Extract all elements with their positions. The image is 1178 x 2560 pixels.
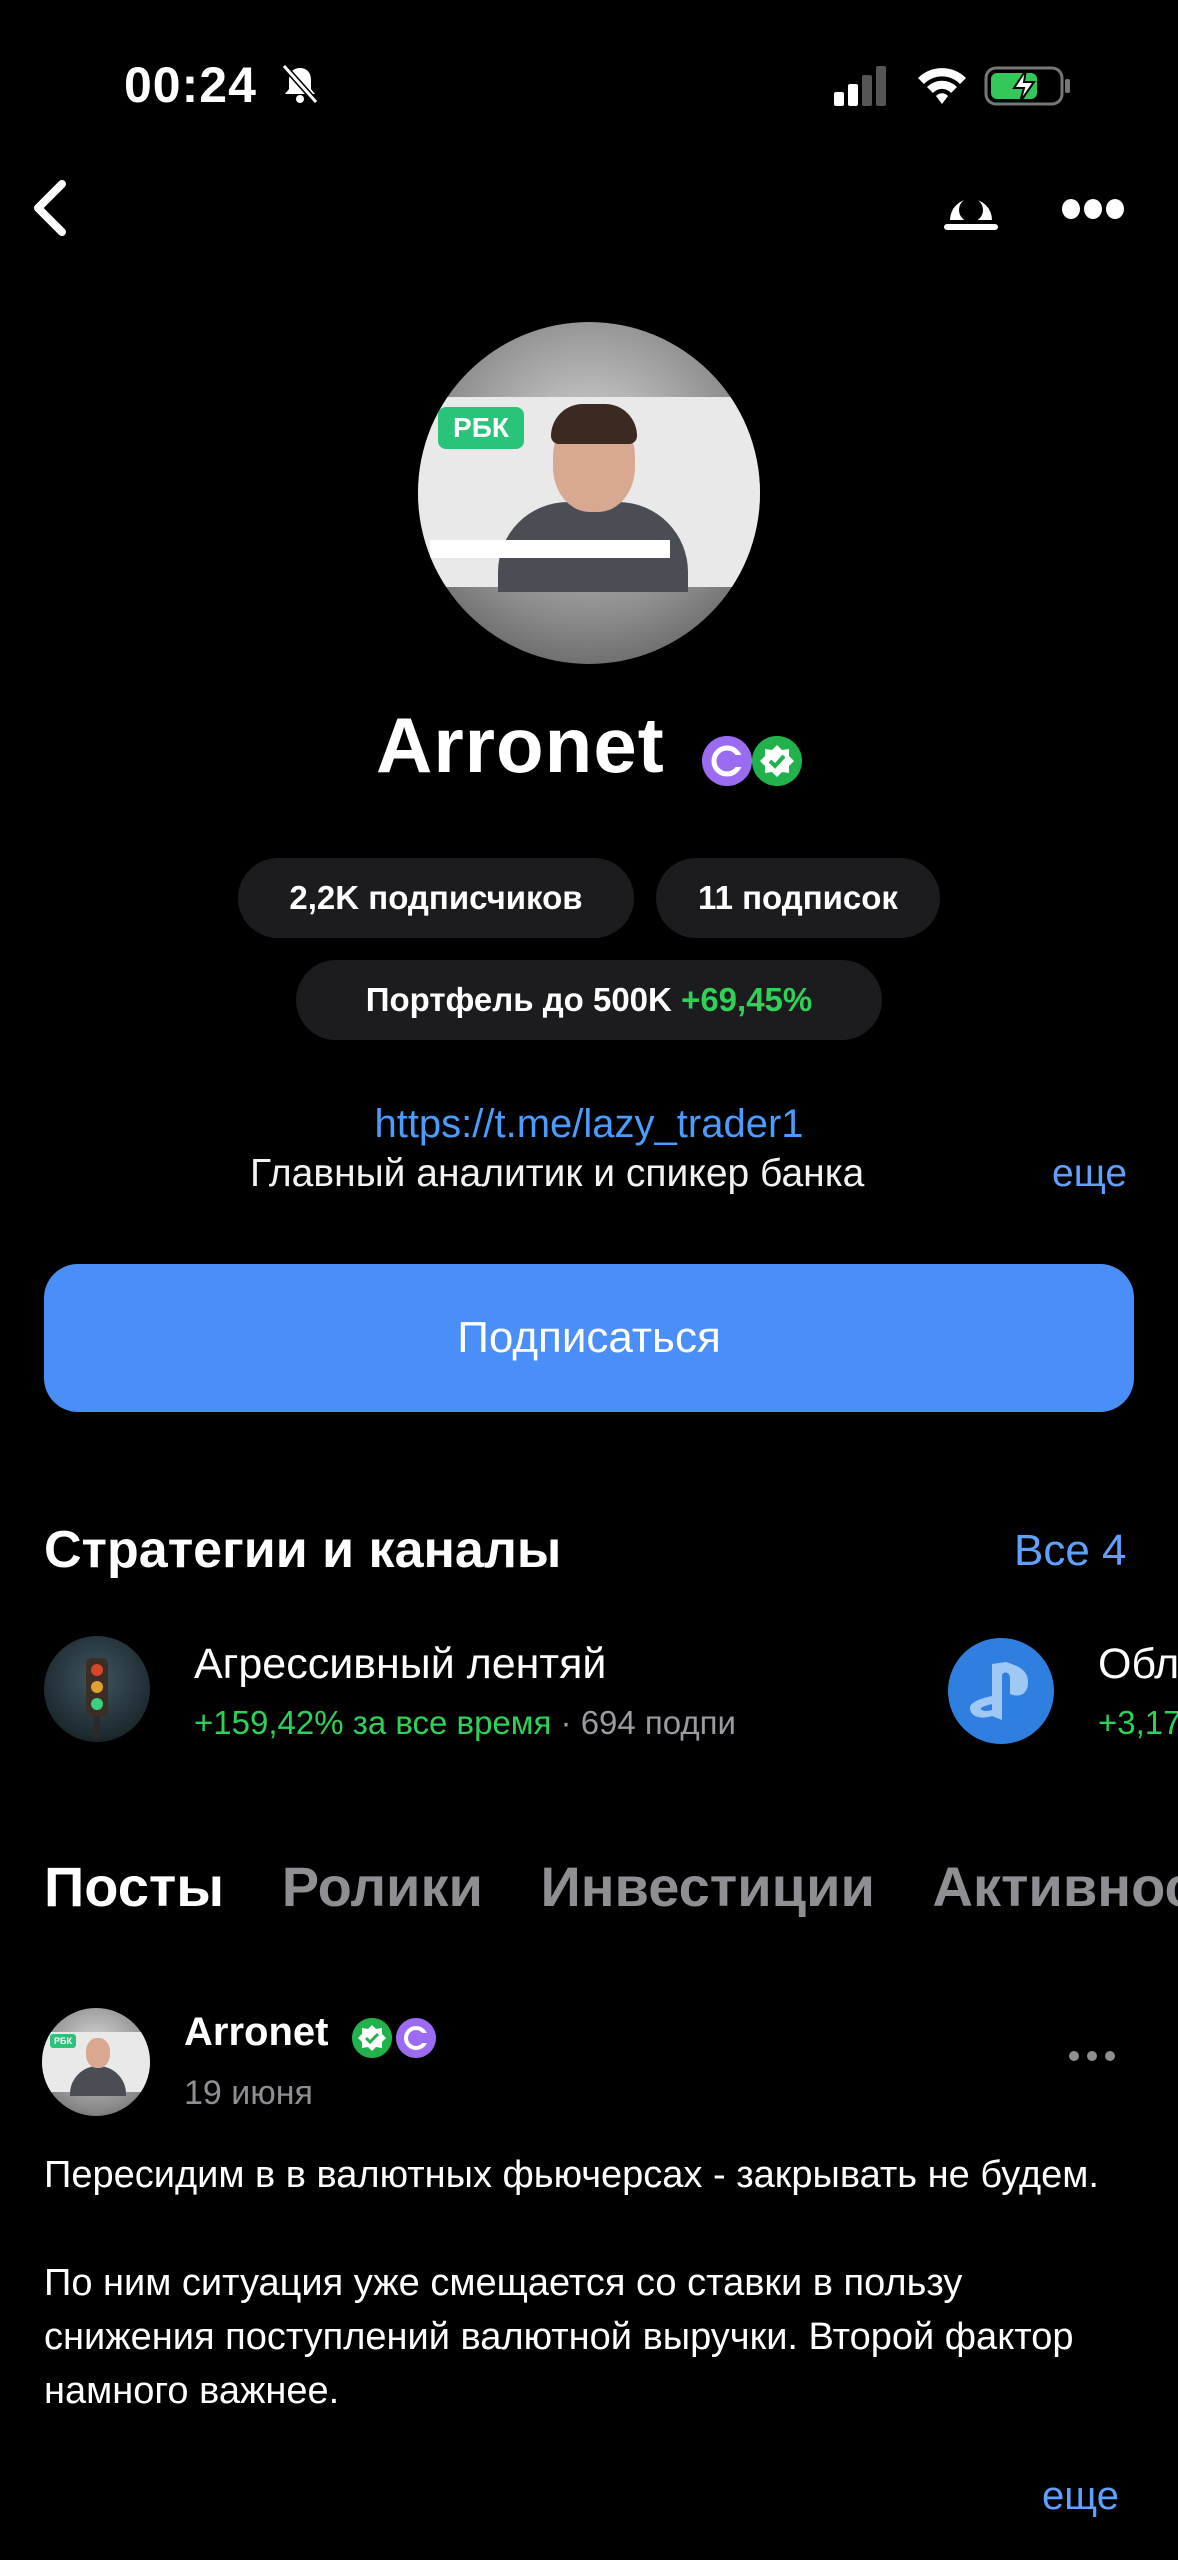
post-date: 19 июня	[184, 2074, 313, 2112]
status-time: 00:24	[124, 57, 257, 113]
avatar-caption-strip	[430, 540, 670, 558]
strategy-return: +3,17	[1098, 1704, 1178, 1741]
webcam-icon[interactable]	[940, 186, 1002, 234]
strategy-separator: ·	[560, 1704, 572, 1741]
avatar-person-hair	[551, 404, 637, 444]
profile-avatar: РБК	[418, 322, 760, 664]
profile-name: Arronet	[376, 701, 665, 789]
portfolio-pill[interactable]: Портфель до 500K +69,45%	[296, 960, 882, 1040]
verified-badge-icon	[352, 2018, 392, 2058]
traffic-light-icon	[86, 1658, 108, 1738]
strategy-subscribers: 694 подпи	[580, 1704, 736, 1741]
bio-more-link[interactable]: еще	[1052, 1152, 1127, 1196]
subscribe-button[interactable]: Подписаться	[44, 1264, 1134, 1412]
tab-reels[interactable]: Ролики	[282, 1854, 483, 1919]
profile-tabs: Посты Ролики Инвестиции Активнос	[44, 1854, 1178, 1919]
strategy-return: +159,42% за все время	[194, 1704, 552, 1741]
more-options-icon[interactable]	[1062, 196, 1124, 222]
back-chevron-icon[interactable]	[26, 176, 76, 240]
verified-badge-icon[interactable]	[752, 736, 802, 786]
battery-charging-icon	[984, 66, 1070, 106]
portfolio-change: +69,45%	[681, 981, 813, 1018]
tab-posts[interactable]: Посты	[44, 1854, 224, 1919]
c-badge-icon[interactable]	[702, 736, 752, 786]
post-author-avatar[interactable]: РБК	[42, 2008, 150, 2116]
telegram-link[interactable]: https://t.me/lazy_trader1	[0, 1102, 1178, 1147]
profile-bio: Главный аналитик и спикер банка	[250, 1152, 865, 1195]
strategy-avatar-bonds[interactable]	[948, 1638, 1054, 1744]
cellular-signal-icon	[834, 66, 886, 106]
avatar-rbk-logo: РБК	[438, 407, 524, 449]
playstation-logo-icon	[970, 1662, 1028, 1720]
followers-count-pill[interactable]: 2,2K подписчиков	[238, 858, 634, 938]
post-more-link[interactable]: еще	[1042, 2474, 1119, 2519]
portfolio-label: Портфель до 500K	[365, 981, 672, 1018]
post-body: Пересидим в в валютных фьючерсах - закры…	[44, 2148, 1134, 2472]
strategy-name[interactable]: Агрессивный лентяй	[194, 1640, 606, 1689]
post-author-name[interactable]: Arronet	[184, 2010, 328, 2055]
post-more-options-icon[interactable]	[1068, 2048, 1116, 2064]
strategy-avatar-traffic-light[interactable]	[44, 1636, 150, 1742]
post-paragraph: По ним ситуация уже смещается со ставки …	[44, 2262, 1074, 2412]
wifi-icon	[918, 68, 966, 104]
post-avatar-rbk-logo: РБК	[50, 2034, 76, 2048]
c-badge-icon	[396, 2018, 436, 2058]
strategies-title: Стратегии и каналы	[44, 1521, 562, 1579]
strategy-stats: +159,42% за все время · 694 подпи	[194, 1704, 834, 1742]
tab-investments[interactable]: Инвестиции	[540, 1854, 874, 1919]
bell-muted-icon	[281, 64, 319, 104]
strategy-name[interactable]: Обл	[1098, 1640, 1178, 1689]
strategies-all-link[interactable]: Все 4	[1014, 1526, 1127, 1576]
following-count-pill[interactable]: 11 подписок	[656, 858, 940, 938]
tab-activity[interactable]: Активнос	[933, 1854, 1178, 1919]
post-paragraph: Пересидим в в валютных фьючерсах - закры…	[44, 2154, 1099, 2196]
